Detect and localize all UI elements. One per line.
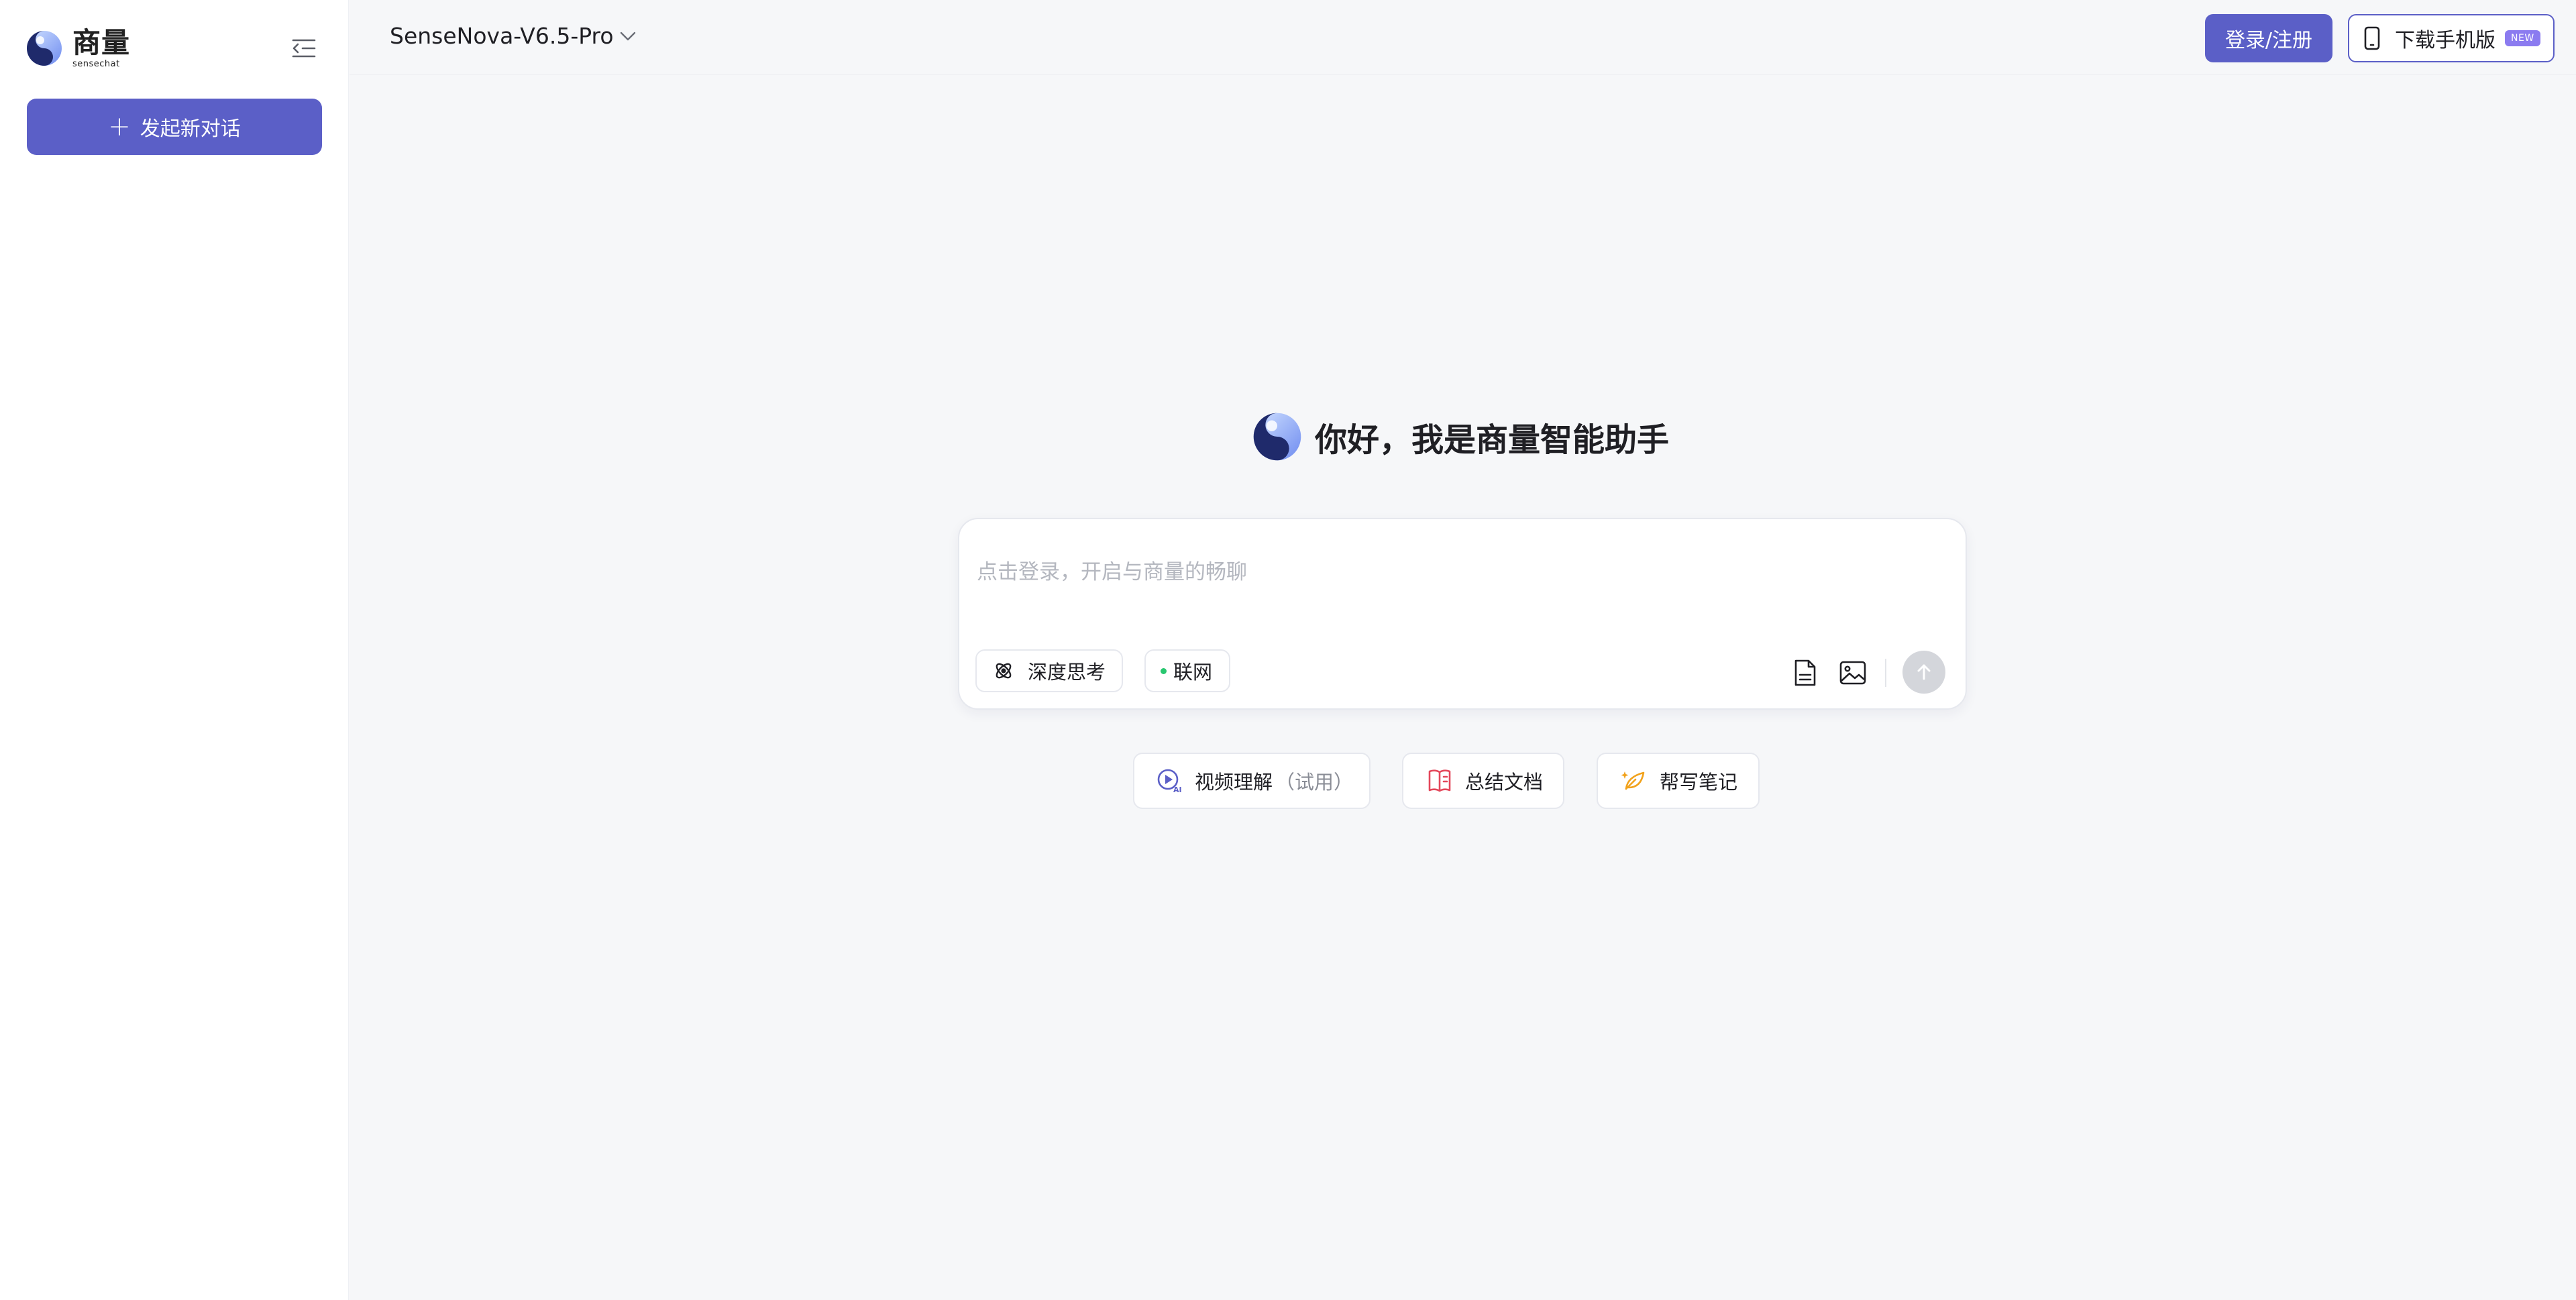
send-button[interactable] bbox=[1902, 651, 1945, 694]
login-label: 登录/注册 bbox=[2224, 29, 2313, 52]
suggestion-summarize-label: 总结文档 bbox=[1465, 771, 1544, 794]
chat-input[interactable] bbox=[977, 555, 1943, 589]
collapse-sidebar-button[interactable] bbox=[288, 34, 319, 63]
video-ai-icon: AI bbox=[1156, 767, 1183, 794]
upload-image-button[interactable] bbox=[1837, 657, 1868, 688]
leaf-pen-icon bbox=[1621, 767, 1648, 794]
phone-icon bbox=[2364, 26, 2380, 50]
suggestion-video-note: （试用） bbox=[1275, 771, 1354, 794]
login-register-button[interactable]: 登录/注册 bbox=[2205, 14, 2332, 62]
logo[interactable]: 商量 sensechat bbox=[25, 27, 130, 70]
book-icon bbox=[1426, 767, 1453, 794]
arrow-up-icon bbox=[1917, 664, 1931, 680]
suggestion-summarize-document[interactable]: 总结文档 bbox=[1402, 753, 1564, 809]
suggestion-video-understanding[interactable]: AI 视频理解 （试用） bbox=[1133, 753, 1371, 809]
web-status-dot bbox=[1161, 667, 1167, 674]
suggestion-notes-label: 帮写笔记 bbox=[1660, 771, 1738, 794]
document-icon bbox=[1794, 659, 1816, 686]
svg-text:AI: AI bbox=[1173, 786, 1182, 794]
deep-think-toggle[interactable]: 深度思考 bbox=[975, 649, 1123, 692]
new-chat-button[interactable]: + 发起新对话 bbox=[27, 99, 322, 155]
greeting: 你好，我是商量智能助手 bbox=[1252, 411, 1669, 462]
chevron-down-icon bbox=[620, 32, 635, 40]
upload-document-button[interactable] bbox=[1790, 657, 1821, 688]
download-app-button[interactable]: 下载手机版 NEW bbox=[2348, 14, 2555, 62]
model-selector[interactable]: SenseNova-V6.5-Pro bbox=[390, 23, 637, 49]
suggestion-write-notes[interactable]: 帮写笔记 bbox=[1597, 753, 1760, 809]
greeting-text: 你好，我是商量智能助手 bbox=[1315, 421, 1670, 459]
suggestion-video-label: 视频理解 bbox=[1195, 771, 1273, 794]
image-icon bbox=[1839, 661, 1866, 685]
model-name: SenseNova-V6.5-Pro bbox=[390, 23, 614, 49]
download-label: 下载手机版 bbox=[2395, 29, 2496, 52]
assistant-logo-icon bbox=[1253, 413, 1301, 461]
plus-icon: + bbox=[108, 111, 131, 142]
logo-subtitle: sensechat bbox=[72, 58, 120, 69]
toolbar-divider bbox=[1885, 659, 1886, 687]
web-search-toggle[interactable]: 联网 bbox=[1144, 649, 1230, 692]
brain-icon bbox=[996, 663, 1012, 679]
web-label: 联网 bbox=[1173, 661, 1213, 684]
app-root: 商量 sensechat + 发起新对话 SenseNova-V6.5-Pro bbox=[0, 0, 2576, 1300]
logo-icon bbox=[27, 31, 62, 66]
sidebar: 商量 sensechat + 发起新对话 bbox=[0, 0, 349, 1300]
top-bar: SenseNova-V6.5-Pro 登录/注册 下载手机版 NEW bbox=[350, 0, 2576, 75]
deep-think-label: 深度思考 bbox=[1028, 661, 1106, 684]
chat-composer: 深度思考 联网 bbox=[958, 518, 1967, 710]
new-chat-label: 发起新对话 bbox=[140, 117, 241, 141]
collapse-sidebar-icon bbox=[292, 39, 316, 58]
new-badge: NEW bbox=[2505, 30, 2540, 46]
logo-title: 商量 bbox=[72, 25, 131, 59]
